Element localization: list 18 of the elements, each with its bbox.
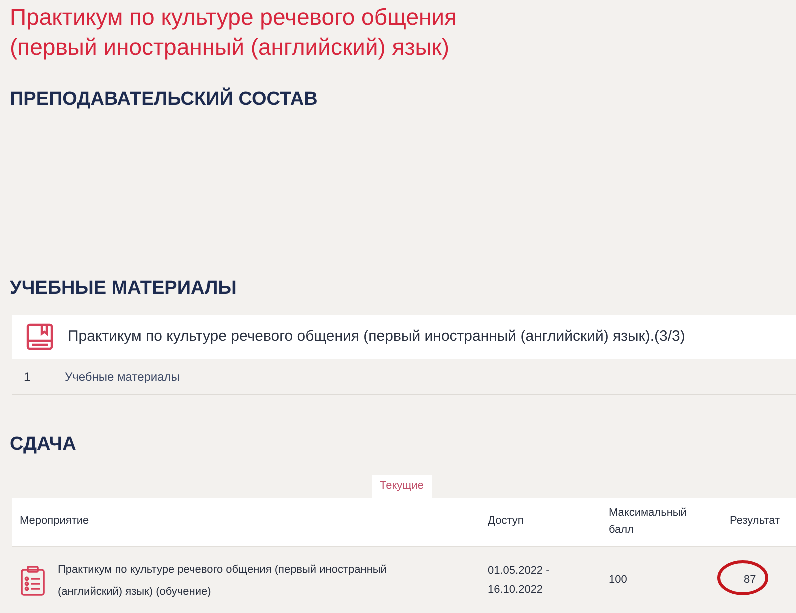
column-header: Максимальный балл — [609, 506, 688, 538]
tab[interactable]: Текущие — [372, 474, 432, 498]
clipboard-icon — [20, 564, 46, 596]
column-header: Доступ — [488, 514, 525, 530]
column-header: Мероприятие — [19, 514, 90, 530]
column-header: Результат — [730, 514, 782, 530]
event-title: Практикум по культуре речевого общения (первый иностранный (английский) язык) (обучение) — [58, 562, 388, 600]
section-heading: СДАЧА — [9, 433, 78, 457]
result-score: 87 — [744, 574, 756, 586]
page-title: Практикум по культуре речевого общения (первый иностранный (английский) язык) — [9, 3, 458, 62]
material-title[interactable]: Практикум по культуре речевого общения (первый иностранный (английский) язык).(3/3) — [68, 326, 686, 348]
row-number: 1 — [23, 368, 32, 386]
book-icon — [26, 323, 54, 351]
section-heading: УЧЕБНЫЕ МАТЕРИАЛЫ — [9, 276, 238, 300]
max-score: 100 — [609, 573, 628, 588]
access-dates: 01.05.2022 - 16.10.2022 — [488, 564, 551, 598]
material-link[interactable]: Учебные материалы — [65, 368, 180, 386]
section-heading: ПРЕПОДАВАТЕЛЬСКИЙ СОСТАВ — [9, 86, 319, 112]
